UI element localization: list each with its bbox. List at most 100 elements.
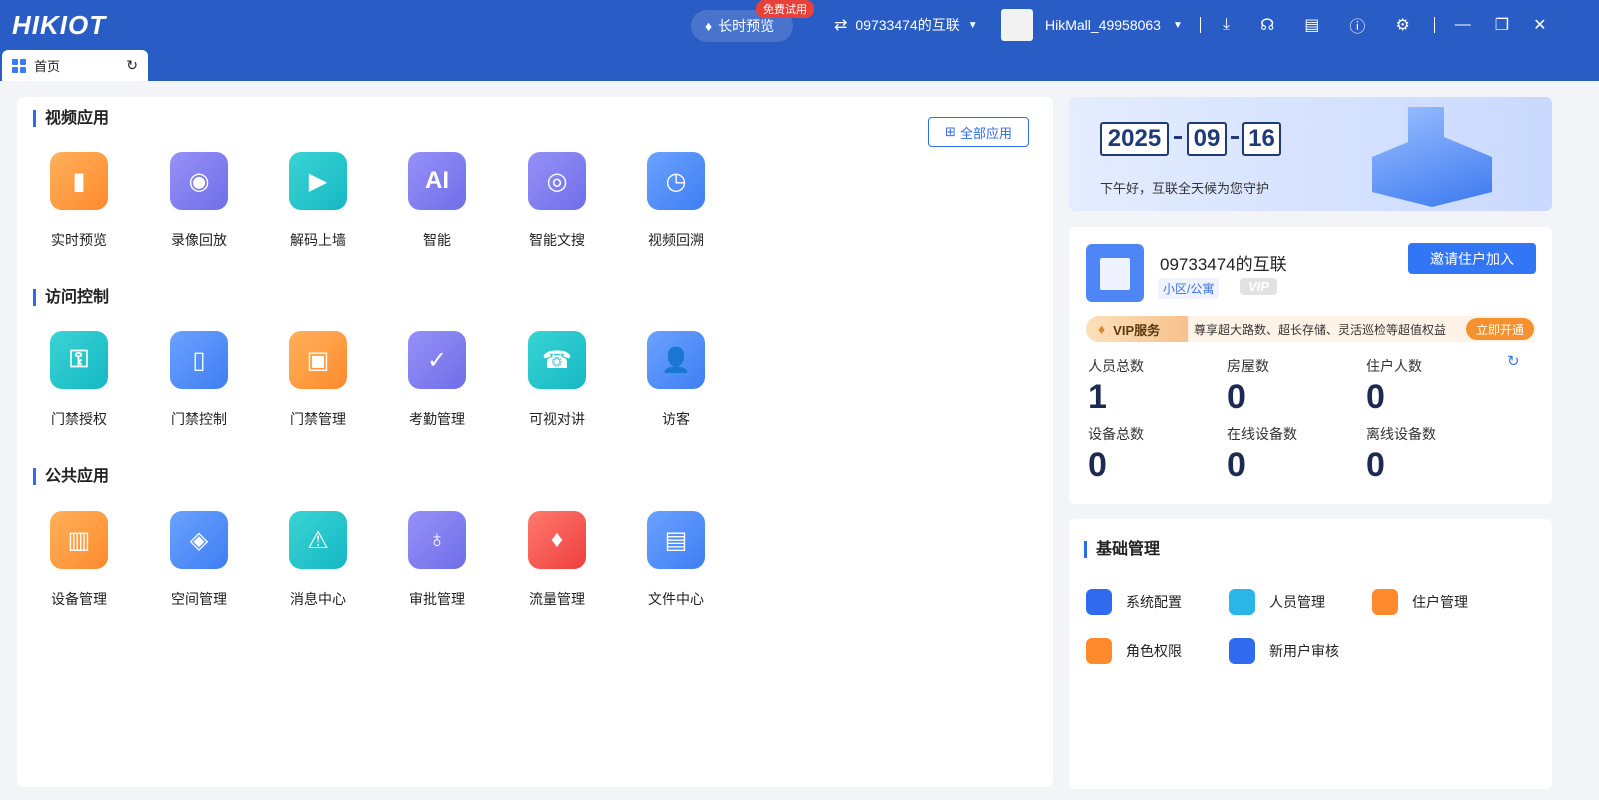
minimize-icon[interactable]: — [1455,16,1471,34]
app-icon: AI [408,152,466,210]
app-icon: ▶ [289,152,347,210]
app-label: 可视对讲 [529,411,585,427]
monitor-icon[interactable]: ▤ [1304,15,1319,35]
headset-icon[interactable]: ☊ [1260,15,1274,35]
app-tile[interactable]: ▮ 实时预览 [29,152,129,250]
vip-open-button[interactable]: 立即开通 [1466,318,1534,340]
app-tile[interactable]: AI 智能 [387,152,487,250]
stat-label: 房屋数 [1227,358,1269,374]
vip-tag: VIP [1240,278,1277,295]
app-tile[interactable]: 👤 访客 [626,331,726,429]
vip-bar: ♦ VIP服务 尊享超大路数、超长存储、灵活巡检等超值权益 立即开通 [1086,316,1536,342]
stat-value: 0 [1227,446,1246,484]
date-separator [1231,136,1239,139]
all-apps-button[interactable]: ⊞ 全部应用 [928,117,1029,147]
app-label: 消息中心 [290,591,346,607]
stat-label: 住户人数 [1366,358,1422,374]
app-icon: ◈ [170,511,228,569]
app-label: 门禁授权 [51,411,107,427]
date-separator [1174,136,1182,139]
app-tile[interactable]: ▥ 设备管理 [29,511,129,609]
app-icon: ◎ [528,152,586,210]
app-tile[interactable]: ◎ 智能文搜 [507,152,607,250]
month: 09 [1187,122,1227,156]
app-tile[interactable]: ▶ 解码上墙 [268,152,368,250]
app-icon: ♁ [408,511,466,569]
basic-item-label: 新用户审核 [1269,643,1339,659]
app-tile[interactable]: ⚿ 门禁授权 [29,331,129,429]
stat-value: 0 [1366,446,1385,484]
title-bar: HIKIOT ♦ 长时预览 免费试用 ⇄ 09733474的互联 ▼ HikMall_… [0,0,1599,81]
app-tile[interactable]: ◈ 空间管理 [149,511,249,609]
basic-item-label: 住户管理 [1412,594,1468,610]
diamond-icon: ♦ [705,18,713,34]
chevron-down-icon: ▼ [967,19,978,31]
app-label: 门禁管理 [290,411,346,427]
app-tile[interactable]: ⚠ 消息中心 [268,511,368,609]
year: 2025 [1100,122,1169,156]
stat-label: 设备总数 [1088,426,1144,442]
stat-label: 离线设备数 [1366,426,1436,442]
org-name: 09733474的互联 [1160,255,1287,274]
app-label: 设备管理 [51,591,107,607]
org-name: 09733474的互联 [855,17,960,33]
app-icon: ▮ [50,152,108,210]
app-label: 实时预览 [51,232,107,248]
app-tile[interactable]: ▤ 文件中心 [626,511,726,609]
app-label: 解码上墙 [290,232,346,248]
app-label: 流量管理 [529,591,585,607]
app-label: 智能 [423,232,451,248]
app-tile[interactable]: ▣ 门禁管理 [268,331,368,429]
app-label: 录像回放 [171,232,227,248]
app-tile[interactable]: ♁ 审批管理 [387,511,487,609]
building-illustration [1372,107,1492,207]
tab-home[interactable]: 首页 ↻ [2,50,148,81]
stat-label: 在线设备数 [1227,426,1297,442]
app-tile[interactable]: ☎ 可视对讲 [507,331,607,429]
app-icon: ☎ [528,331,586,389]
basic-item[interactable]: 住户管理 [1372,589,1468,615]
basic-item[interactable]: 角色权限 [1086,638,1182,664]
app-icon: ◉ [170,152,228,210]
refresh-icon[interactable]: ↻ [1507,352,1520,370]
app-tile[interactable]: ▯ 门禁控制 [149,331,249,429]
download-icon[interactable]: ⤓ [1223,16,1230,34]
app-tile[interactable]: ♦ 流量管理 [507,511,607,609]
stat-value: 0 [1227,378,1246,416]
basic-item-icon [1086,589,1112,615]
vip-crown-icon: ♦ [1098,321,1106,337]
app-tile[interactable]: ◷ 视频回溯 [626,152,726,250]
invite-button[interactable]: 邀请住户加入 [1408,243,1536,274]
app-label: 访客 [662,411,690,427]
basic-item[interactable]: 人员管理 [1229,589,1325,615]
day: 16 [1242,122,1281,156]
app-label: 智能文搜 [529,232,585,248]
app-tile[interactable]: ◉ 录像回放 [149,152,249,250]
basic-item-icon [1229,589,1255,615]
app-label: 文件中心 [648,591,704,607]
window-tools: ⤓ ☊ ▤ ⓘ ⚙ — ❐ ✕ [1200,0,1547,50]
trial-badge: 免费试用 [756,0,814,18]
section-title: 公共应用 [33,468,109,485]
user-menu[interactable]: HikMall_49958063 ▼ [1001,0,1183,50]
gear-icon[interactable]: ⚙ [1395,15,1409,35]
maximize-icon[interactable]: ❐ [1495,15,1509,35]
section-title: 访问控制 [33,289,109,306]
close-icon[interactable]: ✕ [1533,15,1546,35]
long-preview-label: 长时预览 [718,18,775,34]
app-icon: ▥ [50,511,108,569]
app-tile[interactable]: ✓ 考勤管理 [387,331,487,429]
app-label: 审批管理 [409,591,465,607]
app-icon: ⚿ [50,331,108,389]
basic-item-icon [1229,638,1255,664]
basic-item[interactable]: 系统配置 [1086,589,1182,615]
refresh-icon[interactable]: ↻ [126,57,138,74]
basic-item[interactable]: 新用户审核 [1229,638,1339,664]
org-switcher[interactable]: ⇄ 09733474的互联 ▼ [834,0,978,50]
user-name: HikMall_49958063 [1045,17,1161,33]
help-icon[interactable]: ⓘ [1349,13,1365,37]
app-label: 视频回溯 [648,232,704,248]
basic-item-label: 系统配置 [1126,594,1182,610]
app-label: 空间管理 [171,591,227,607]
app-icon: ▯ [170,331,228,389]
